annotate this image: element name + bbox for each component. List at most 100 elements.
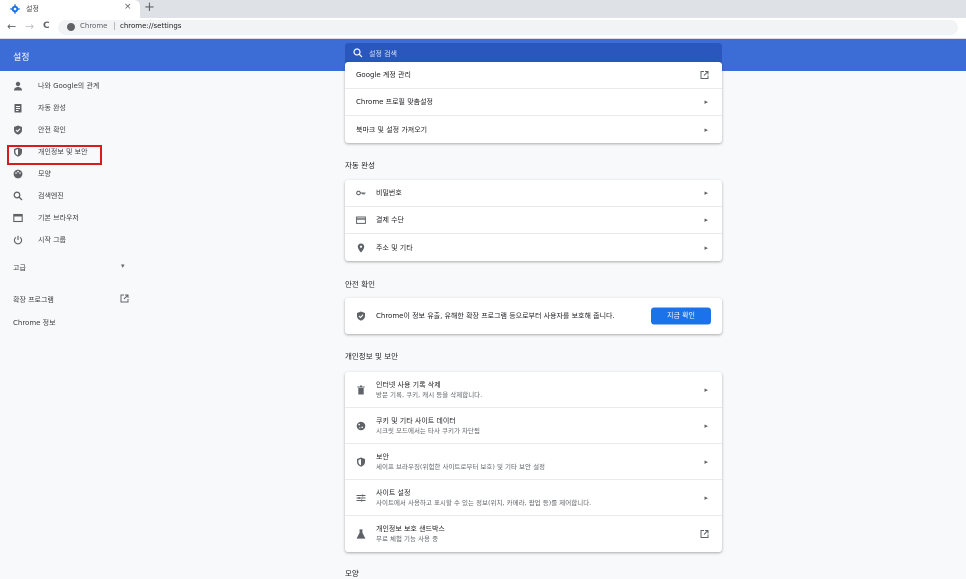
omnibox[interactable]: Chrome | chrome://settings	[58, 20, 958, 35]
section-title-appearance: 모양	[345, 569, 359, 578]
tab-title: 설정	[26, 5, 39, 13]
row-text: 인터넷 사용 기록 삭제 방문 기록, 쿠키, 캐시 등을 삭제합니다.	[376, 380, 482, 400]
row-title: 사이트 설정	[376, 488, 411, 497]
row-subtitle: 시크릿 모드에서는 타사 쿠키가 차단됨	[376, 426, 480, 435]
row-title: 보안	[376, 452, 389, 461]
sidebar-item-label: 자동 완성	[38, 104, 66, 112]
privacy-card: 인터넷 사용 기록 삭제 방문 기록, 쿠키, 캐시 등을 삭제합니다. ▸ 쿠…	[345, 372, 722, 552]
row-text: 사이트 설정 사이트에서 사용하고 표시할 수 있는 정보(위치, 카메라, 팝…	[376, 488, 591, 508]
search-icon	[13, 191, 23, 201]
open-external-icon[interactable]	[120, 294, 129, 303]
row-subtitle: 방문 기록, 쿠키, 캐시 등을 삭제합니다.	[376, 390, 483, 399]
cookies-row[interactable]: 쿠키 및 기타 사이트 데이터 시크릿 모드에서는 타사 쿠키가 차단됨 ▸	[345, 408, 722, 444]
page-title: 설정	[13, 53, 30, 63]
sidebar-item-safety-check[interactable]: 안전 확인	[0, 120, 140, 140]
chevron-right-icon: ▸	[704, 421, 708, 430]
sidebar-item-on-startup[interactable]: 시작 그룹	[0, 230, 140, 250]
safety-check-card: Chrome이 정보 유출, 유해한 확장 프로그램 등으로부터 사용자를 보호…	[345, 298, 722, 334]
chevron-right-icon: ▸	[704, 125, 708, 134]
tab-close-icon[interactable]: ×	[124, 2, 132, 12]
chevron-right-icon: ▸	[704, 216, 708, 224]
row-title: 쿠키 및 기타 사이트 데이터	[376, 416, 456, 425]
url-separator: |	[113, 21, 116, 30]
row-label: Chrome 프로필 맞춤설정	[356, 98, 433, 106]
new-tab-button[interactable]: +	[144, 0, 155, 15]
sidebar-item-label: 시작 그룹	[38, 236, 66, 244]
sidebar-item-label: 검색엔진	[38, 192, 64, 200]
search-placeholder: 설정 검색	[369, 50, 397, 58]
search-icon	[353, 48, 363, 58]
browser-icon	[13, 213, 23, 223]
check-now-button[interactable]: 지금 확인	[651, 307, 711, 325]
manage-google-account-row[interactable]: Google 계정 관리	[345, 62, 722, 89]
credit-card-icon	[356, 216, 366, 224]
sidebar-item-label: 모양	[38, 170, 51, 178]
chrome-label: Chrome	[80, 22, 108, 30]
privacy-sandbox-row[interactable]: 개인정보 보호 샌드박스 무료 체험 기능 사용 중	[345, 516, 722, 552]
you-and-google-card: Google 계정 관리 Chrome 프로필 맞춤설정 ▸ 북마크 및 설정 …	[345, 62, 722, 143]
sliders-icon	[356, 494, 366, 501]
addresses-row[interactable]: 주소 및 기타 ▸	[345, 234, 722, 261]
row-subtitle: 사이트에서 사용하고 표시할 수 있는 정보(위치, 카메라, 팝업 등)를 제…	[376, 498, 592, 507]
section-title-safety-check: 안전 확인	[345, 280, 375, 289]
safety-check-message: Chrome이 정보 유출, 유해한 확장 프로그램 등으로부터 사용자를 보호…	[376, 312, 615, 320]
key-icon	[356, 190, 366, 196]
gear-icon	[10, 4, 20, 14]
open-external-icon	[700, 71, 709, 79]
clipboard-icon	[14, 104, 22, 113]
sidebar-advanced[interactable]: 고급	[13, 263, 26, 273]
chevron-right-icon: ▸	[704, 98, 708, 106]
site-settings-row[interactable]: 사이트 설정 사이트에서 사용하고 표시할 수 있는 정보(위치, 카메라, 팝…	[345, 480, 722, 516]
sidebar-item-you-and-google[interactable]: 나와 Google의 관계	[0, 76, 140, 96]
sidebar-item-default-browser[interactable]: 기본 브라우저	[0, 208, 140, 228]
tab-strip: 설정 × +	[0, 0, 966, 18]
row-text: 쿠키 및 기타 사이트 데이터 시크릿 모드에서는 타사 쿠키가 차단됨	[376, 416, 480, 436]
chevron-right-icon: ▸	[704, 457, 708, 466]
toolbar: ← → C Chrome | chrome://settings	[0, 18, 966, 39]
security-row[interactable]: 보안 세이프 브라우징(위험한 사이트로부터 보호) 및 기타 보안 설정 ▸	[345, 444, 722, 480]
clear-browsing-data-row[interactable]: 인터넷 사용 기록 삭제 방문 기록, 쿠키, 캐시 등을 삭제합니다. ▸	[345, 372, 722, 408]
forward-button[interactable]: →	[25, 20, 34, 33]
section-title-privacy: 개인정보 및 보안	[345, 352, 399, 361]
row-subtitle: 무료 체험 기능 사용 중	[376, 535, 439, 543]
customize-profile-row[interactable]: Chrome 프로필 맞춤설정 ▸	[345, 89, 722, 116]
sidebar-item-autofill[interactable]: 자동 완성	[0, 98, 140, 118]
passwords-row[interactable]: 비밀번호 ▸	[345, 180, 722, 207]
chrome-logo-icon	[67, 23, 75, 31]
reload-button[interactable]: C	[43, 21, 50, 31]
cookie-icon	[356, 421, 366, 430]
chevron-right-icon: ▸	[704, 493, 708, 502]
row-text: 개인정보 보호 샌드박스 무료 체험 기능 사용 중	[376, 524, 445, 544]
location-pin-icon	[357, 243, 365, 252]
autofill-card: 비밀번호 ▸ 결제 수단 ▸ 주소 및 기타 ▸	[345, 180, 722, 261]
palette-icon	[13, 169, 23, 179]
row-label: 비밀번호	[376, 189, 402, 197]
shield-check-icon	[357, 311, 365, 321]
chevron-right-icon: ▸	[704, 189, 708, 197]
row-label: 결제 수단	[376, 216, 404, 224]
shield-check-icon	[14, 125, 22, 135]
row-label: 주소 및 기타	[376, 243, 413, 252]
payment-methods-row[interactable]: 결제 수단 ▸	[345, 207, 722, 234]
sidebar-item-label: 기본 브라우저	[38, 214, 79, 222]
sidebar-item-search-engine[interactable]: 검색엔진	[0, 186, 140, 206]
sidebar-about-chrome[interactable]: Chrome 정보	[13, 318, 56, 328]
sidebar-extensions[interactable]: 확장 프로그램	[13, 295, 54, 305]
import-bookmarks-row[interactable]: 북마크 및 설정 가져오기 ▸	[345, 116, 722, 143]
person-icon	[14, 81, 22, 91]
row-label: 북마크 및 설정 가져오기	[356, 125, 428, 134]
section-title-autofill: 자동 완성	[345, 161, 375, 170]
chevron-right-icon: ▸	[704, 385, 708, 394]
row-text: 보안 세이프 브라우징(위험한 사이트로부터 보호) 및 기타 보안 설정	[376, 452, 545, 472]
highlight-annotation	[7, 145, 102, 165]
safety-check-row: Chrome이 정보 유출, 유해한 확장 프로그램 등으로부터 사용자를 보호…	[345, 298, 722, 334]
sidebar-item-label: 나와 Google의 관계	[38, 82, 100, 90]
tab-settings[interactable]: 설정 ×	[0, 0, 140, 18]
chevron-down-icon[interactable]: ▾	[121, 262, 125, 270]
sidebar-item-appearance[interactable]: 모양	[0, 164, 140, 184]
trash-icon	[357, 385, 365, 394]
url-text[interactable]: chrome://settings	[120, 22, 181, 30]
back-button[interactable]: ←	[7, 20, 16, 33]
sidebar-item-label: 안전 확인	[38, 126, 66, 134]
flask-icon	[356, 529, 366, 539]
